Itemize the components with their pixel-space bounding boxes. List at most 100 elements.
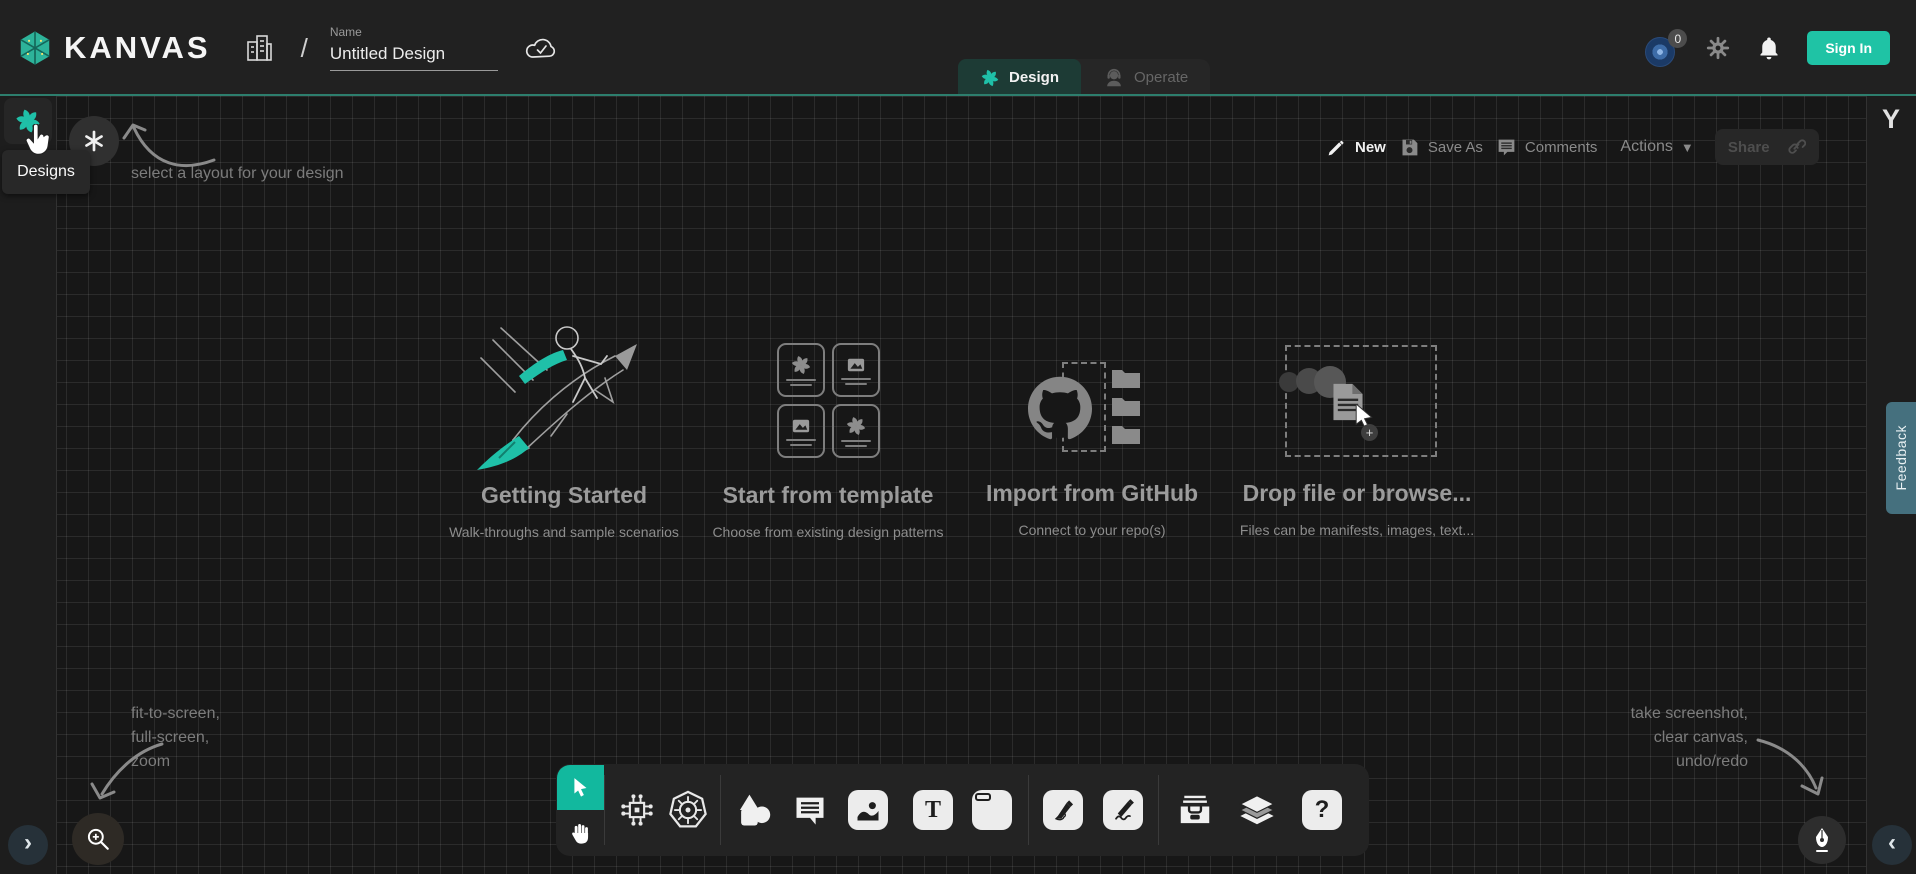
template-image-icon <box>843 355 869 375</box>
organization-icon[interactable] <box>243 32 275 64</box>
template-mini-card <box>777 404 825 458</box>
toolbar-divider <box>604 775 605 845</box>
tab-design-label: Design <box>1009 69 1059 86</box>
canvas-actions-hint-text: take screenshot, clear canvas, undo/redo <box>1548 702 1748 774</box>
designs-tooltip-label: Designs <box>17 163 75 181</box>
pointer-hand-cursor-icon <box>22 124 52 158</box>
header-left: KANVAS / Name <box>16 0 558 96</box>
tab-operate-label: Operate <box>1134 69 1188 86</box>
layers-icon <box>1238 791 1276 829</box>
layers-tool-button[interactable] <box>1234 787 1280 833</box>
zoom-button[interactable] <box>72 813 124 865</box>
new-pencil-icon <box>1326 137 1347 158</box>
chevron-right-icon: › <box>24 831 32 859</box>
note-tool-button[interactable] <box>969 787 1015 833</box>
new-button[interactable]: New <box>1326 137 1386 158</box>
vector-pen-icon <box>1043 790 1083 830</box>
actions-caret-icon: ▼ <box>1681 140 1694 155</box>
share-button[interactable]: Share <box>1715 129 1819 165</box>
card-drop-title[interactable]: Drop file or browse... <box>1187 480 1527 507</box>
card-drop-subtitle: Files can be manifests, images, text... <box>1177 522 1537 538</box>
mode-tabs: Design Operate <box>958 59 1210 96</box>
note-icon <box>972 790 1012 830</box>
drawer-tool-button[interactable] <box>1172 787 1218 833</box>
feedback-label: Feedback <box>1893 425 1909 490</box>
layout-hint-arrow <box>118 112 222 176</box>
component-chip-icon <box>618 791 656 829</box>
left-rail <box>0 96 57 874</box>
share-label: Share <box>1728 139 1770 156</box>
save-as-button[interactable]: Save As <box>1399 137 1483 158</box>
actions-dropdown[interactable]: Actions ▼ <box>1620 138 1693 156</box>
getting-started-rocket-illustration[interactable] <box>455 318 675 476</box>
expand-right-panel-button[interactable]: ‹ <box>1872 825 1912 865</box>
help-tool-button[interactable]: ? <box>1299 787 1345 833</box>
settings-gear-icon[interactable] <box>1705 35 1731 61</box>
pan-tool-button[interactable] <box>557 810 604 855</box>
canvas-actions-button[interactable] <box>1798 816 1846 864</box>
template-grid-illustration[interactable] <box>777 343 881 457</box>
template-image-icon <box>788 416 814 436</box>
app-header: KANVAS / Name Design <box>0 0 1916 96</box>
header-right: 0 Sign In <box>1645 0 1890 96</box>
share-link-icon <box>1786 137 1806 157</box>
actions-label: Actions <box>1620 138 1672 156</box>
vector-pen-tool-button[interactable] <box>1040 787 1086 833</box>
logo-text: KANVAS <box>64 30 211 66</box>
toolbar-divider <box>1028 775 1029 845</box>
new-label: New <box>1355 139 1386 156</box>
comment-tool-button[interactable] <box>787 787 833 833</box>
dock-y-icon[interactable]: Y <box>1866 104 1916 135</box>
notifications-bell-icon[interactable] <box>1757 35 1781 61</box>
kanvas-app: KANVAS / Name Design <box>0 0 1916 874</box>
tab-design[interactable]: Design <box>958 59 1081 96</box>
kanvas-logo-icon[interactable] <box>16 29 54 67</box>
image-icon <box>848 790 888 830</box>
sign-in-button[interactable]: Sign In <box>1807 31 1890 65</box>
select-tool-button[interactable] <box>557 765 604 810</box>
freehand-draw-tool-button[interactable] <box>1100 787 1146 833</box>
template-mini-card <box>832 343 880 397</box>
pencil-scribble-icon <box>1103 790 1143 830</box>
design-name-input[interactable] <box>330 42 498 71</box>
toolbar-divider <box>720 775 721 845</box>
repo-folders-icon <box>1110 366 1142 450</box>
design-name-label: Name <box>330 25 498 39</box>
image-tool-button[interactable] <box>845 787 891 833</box>
pen-nib-icon <box>1810 827 1834 853</box>
user-avatar[interactable]: 0 <box>1645 31 1679 65</box>
notification-badge: 0 <box>1668 29 1687 48</box>
expand-left-panel-button[interactable]: › <box>8 825 48 865</box>
canvas-accent-line <box>0 94 1916 96</box>
kubernetes-tool-button[interactable] <box>665 787 711 833</box>
component-tool-button[interactable] <box>614 787 660 833</box>
comment-bubble-icon <box>792 792 828 828</box>
template-mini-card <box>777 343 825 397</box>
canvas-actions-hint-arrow <box>1752 730 1830 806</box>
comments-label: Comments <box>1525 139 1598 156</box>
tab-operate[interactable]: Operate <box>1081 59 1210 96</box>
comments-icon <box>1496 137 1517 158</box>
select-arrow-icon <box>571 777 591 799</box>
shapes-tool-button[interactable] <box>730 787 776 833</box>
text-tool-button[interactable]: T <box>910 787 956 833</box>
comments-button[interactable]: Comments <box>1496 137 1598 158</box>
github-icon[interactable] <box>1028 376 1092 440</box>
template-spiral-icon <box>790 354 812 376</box>
zoom-hint-arrow <box>86 736 172 814</box>
text-icon: T <box>913 790 953 830</box>
shapes-icon <box>734 791 772 829</box>
template-spiral-icon <box>845 415 867 437</box>
breadcrumb-separator: / <box>301 33 308 64</box>
cloud-sync-icon <box>524 33 558 63</box>
save-as-label: Save As <box>1428 139 1483 156</box>
chevron-left-icon: ‹ <box>1888 831 1896 859</box>
save-floppy-icon <box>1399 137 1420 158</box>
add-file-plus-icon: + <box>1361 424 1378 441</box>
feedback-tab[interactable]: Feedback <box>1886 402 1916 514</box>
design-tab-icon <box>980 68 1000 88</box>
template-mini-card <box>832 404 880 458</box>
design-name-field: Name <box>330 25 498 71</box>
kubernetes-helm-icon <box>668 790 708 830</box>
toolbar-divider <box>1158 775 1159 845</box>
